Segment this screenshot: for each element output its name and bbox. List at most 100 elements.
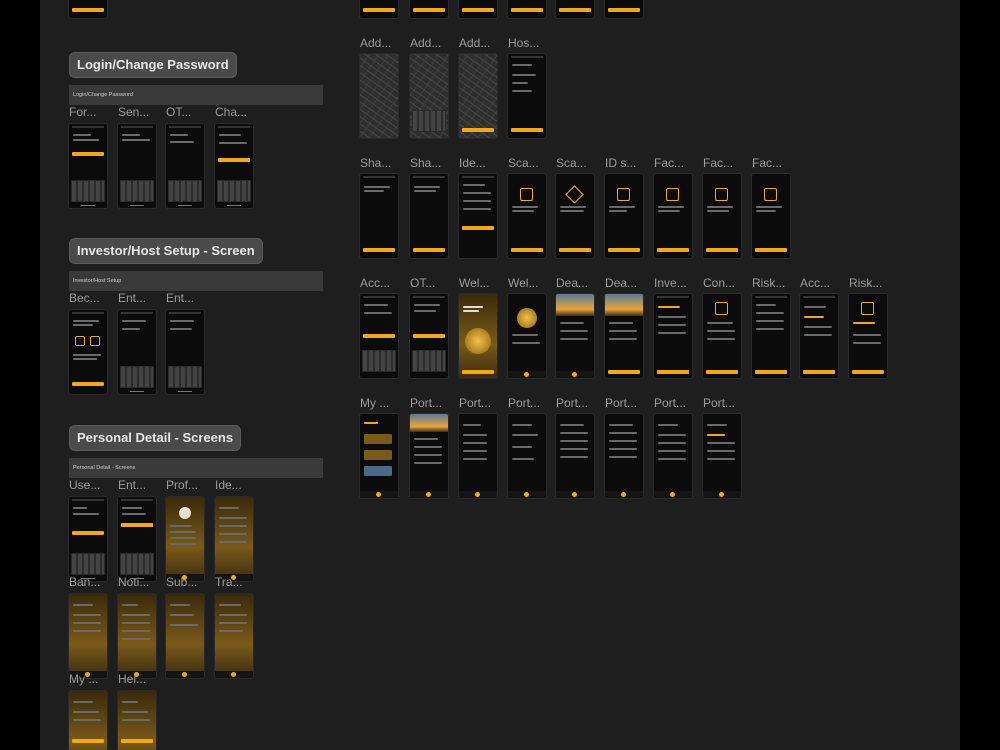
frame-thumbnail[interactable] xyxy=(69,124,107,208)
frame-thumbnail[interactable] xyxy=(69,0,107,18)
frame-thumbnail[interactable] xyxy=(118,691,156,750)
frame-label[interactable]: For... xyxy=(69,105,96,119)
frame-thumbnail[interactable] xyxy=(69,691,107,750)
frame-thumbnail[interactable] xyxy=(410,0,448,18)
frame-thumbnail[interactable] xyxy=(166,497,204,581)
frame-thumbnail[interactable] xyxy=(118,124,156,208)
frame-thumbnail[interactable] xyxy=(410,174,448,258)
section-title-personal[interactable]: Personal Detail - Screens xyxy=(69,425,242,451)
frame-label[interactable]: Acc... xyxy=(800,276,830,290)
frame-label[interactable]: Wel... xyxy=(459,276,489,290)
frame-thumbnail[interactable] xyxy=(118,497,156,581)
frame-thumbnail[interactable] xyxy=(703,294,741,378)
frame-thumbnail[interactable] xyxy=(752,174,790,258)
frame-label[interactable]: Fac... xyxy=(703,156,733,170)
frame-thumbnail[interactable] xyxy=(556,174,594,258)
frame-thumbnail[interactable] xyxy=(118,594,156,678)
frame-label[interactable]: Ide... xyxy=(459,156,486,170)
frame-label[interactable]: Sha... xyxy=(410,156,441,170)
frame-thumbnail[interactable] xyxy=(654,174,692,258)
frame-thumbnail[interactable] xyxy=(69,497,107,581)
frame-label[interactable]: Dea... xyxy=(605,276,637,290)
frame-label[interactable]: Ent... xyxy=(166,291,194,305)
frame-thumbnail[interactable] xyxy=(703,414,741,498)
frame-label[interactable]: Dea... xyxy=(556,276,588,290)
frame-thumbnail[interactable] xyxy=(69,310,107,394)
frame-label[interactable]: Port... xyxy=(556,396,588,410)
frame-label[interactable]: Cha... xyxy=(215,105,247,119)
frame-label[interactable]: Ent... xyxy=(118,291,146,305)
frame-label[interactable]: Risk... xyxy=(752,276,785,290)
frame-thumbnail[interactable] xyxy=(459,174,497,258)
frame-thumbnail[interactable] xyxy=(556,414,594,498)
frame-label[interactable]: Wel... xyxy=(508,276,538,290)
frame-thumbnail[interactable] xyxy=(752,294,790,378)
frame-label[interactable]: My ... xyxy=(360,396,389,410)
frame-label[interactable]: My ... xyxy=(69,672,98,686)
frame-label[interactable]: Sha... xyxy=(360,156,391,170)
frame-label[interactable]: Ban... xyxy=(69,575,100,589)
frame-thumbnail[interactable] xyxy=(556,294,594,378)
frame-thumbnail[interactable] xyxy=(360,54,398,138)
frame-thumbnail[interactable] xyxy=(654,414,692,498)
frame-label[interactable]: Ent... xyxy=(118,478,146,492)
frame-thumbnail[interactable] xyxy=(360,174,398,258)
frame-thumbnail[interactable] xyxy=(605,414,643,498)
frame-thumbnail[interactable] xyxy=(360,414,398,498)
frame-label[interactable]: ID s... xyxy=(605,156,636,170)
frame-label[interactable]: Inve... xyxy=(654,276,687,290)
frame-label[interactable]: Port... xyxy=(703,396,735,410)
frame-thumbnail[interactable] xyxy=(508,414,546,498)
frame-thumbnail[interactable] xyxy=(459,54,497,138)
frame-label[interactable]: Add... xyxy=(459,36,490,50)
frame-label[interactable]: Risk... xyxy=(849,276,882,290)
frame-thumbnail[interactable] xyxy=(508,0,546,18)
frame-thumbnail[interactable] xyxy=(166,124,204,208)
frame-thumbnail[interactable] xyxy=(459,294,497,378)
frame-thumbnail[interactable] xyxy=(215,124,253,208)
frame-thumbnail[interactable] xyxy=(118,310,156,394)
frame-thumbnail[interactable] xyxy=(703,174,741,258)
frame-label[interactable]: Use... xyxy=(69,478,100,492)
design-canvas[interactable]: Login/Change Password Login/Change Passw… xyxy=(40,0,960,750)
frame-thumbnail[interactable] xyxy=(410,294,448,378)
frame-thumbnail[interactable] xyxy=(459,414,497,498)
frame-label[interactable]: Add... xyxy=(360,36,391,50)
frame-label[interactable]: Acc... xyxy=(360,276,390,290)
frame-label[interactable]: OT... xyxy=(410,276,435,290)
section-title-investor[interactable]: Investor/Host Setup - Screen xyxy=(69,238,263,264)
frame-label[interactable]: Noti... xyxy=(118,575,149,589)
frame-label[interactable]: Tra... xyxy=(215,575,243,589)
frame-thumbnail[interactable] xyxy=(508,54,546,138)
frame-thumbnail[interactable] xyxy=(360,0,398,18)
frame-thumbnail[interactable] xyxy=(800,294,838,378)
section-bar-login[interactable]: Login/Change Password xyxy=(69,85,323,105)
frame-thumbnail[interactable] xyxy=(849,294,887,378)
frame-label[interactable]: Fac... xyxy=(752,156,782,170)
frame-label[interactable]: Sen... xyxy=(118,105,149,119)
section-bar-personal[interactable]: Personal Detail - Screens xyxy=(69,458,323,478)
frame-label[interactable]: Port... xyxy=(508,396,540,410)
frame-thumbnail[interactable] xyxy=(215,594,253,678)
frame-label[interactable]: Hel... xyxy=(118,672,146,686)
section-bar-investor[interactable]: Investor/Host Setup xyxy=(69,271,323,291)
frame-thumbnail[interactable] xyxy=(556,0,594,18)
frame-thumbnail[interactable] xyxy=(459,0,497,18)
frame-thumbnail[interactable] xyxy=(508,174,546,258)
frame-thumbnail[interactable] xyxy=(69,594,107,678)
frame-label[interactable]: Port... xyxy=(459,396,491,410)
frame-thumbnail[interactable] xyxy=(166,594,204,678)
frame-label[interactable]: Ide... xyxy=(215,478,242,492)
frame-label[interactable]: Sca... xyxy=(508,156,539,170)
frame-label[interactable]: Add... xyxy=(410,36,441,50)
frame-label[interactable]: Sub... xyxy=(166,575,197,589)
frame-thumbnail[interactable] xyxy=(605,0,643,18)
frame-label[interactable]: OT... xyxy=(166,105,191,119)
frame-thumbnail[interactable] xyxy=(410,54,448,138)
frame-thumbnail[interactable] xyxy=(215,497,253,581)
frame-thumbnail[interactable] xyxy=(410,414,448,498)
frame-thumbnail[interactable] xyxy=(605,174,643,258)
frame-label[interactable]: Prof... xyxy=(166,478,198,492)
section-title-login[interactable]: Login/Change Password xyxy=(69,52,237,78)
frame-thumbnail[interactable] xyxy=(508,294,546,378)
